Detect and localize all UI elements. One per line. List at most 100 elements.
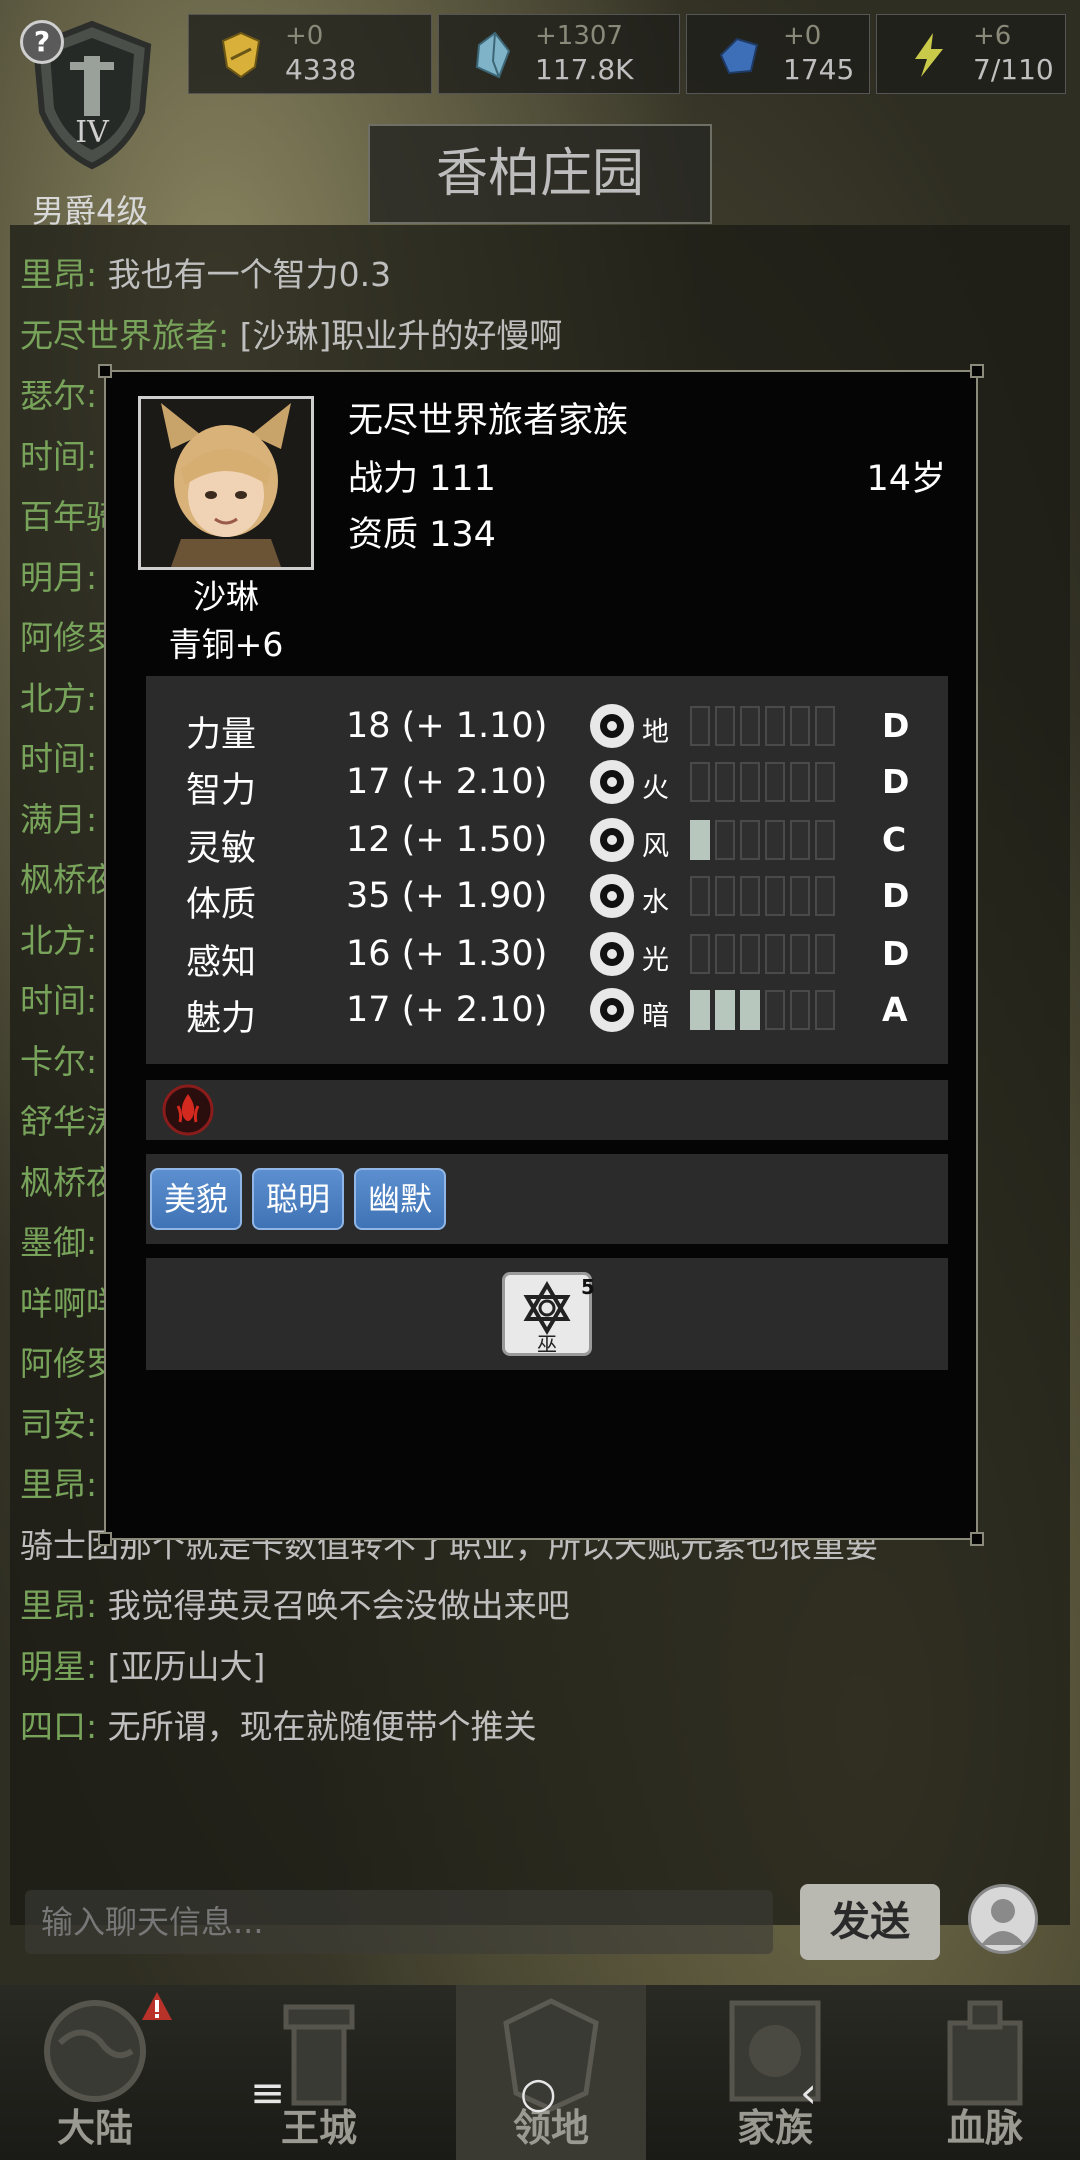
affinity-segment	[690, 876, 710, 916]
globe-icon	[44, 2000, 146, 2102]
light-element-icon[interactable]	[590, 932, 634, 976]
hero-aptitude: 资质 134	[348, 515, 496, 555]
back-system-button[interactable]: ‹	[800, 2068, 817, 2117]
affinity-segment	[815, 820, 835, 860]
chat-message: 明月:	[20, 551, 97, 599]
affinity-segment	[715, 876, 735, 916]
chat-sender[interactable]: 时间	[20, 437, 86, 476]
affinity-segment	[690, 762, 710, 802]
hero-portrait-image	[141, 399, 311, 567]
menu-system-button[interactable]: ≡	[250, 2068, 285, 2117]
chat-text: 无所谓，现在就随便带个推关	[107, 1707, 537, 1746]
profile-avatar-button[interactable]	[968, 1884, 1038, 1954]
affinity-segment	[715, 990, 735, 1030]
fire-element-icon[interactable]	[590, 760, 634, 804]
affinity-segment	[790, 934, 810, 974]
hero-portrait[interactable]	[138, 396, 314, 570]
alert-icon	[142, 1992, 172, 2020]
affinity-segment	[690, 990, 710, 1030]
chat-sender[interactable]: 卡尔	[20, 1042, 86, 1081]
chat-message: 里昂: 我觉得英灵召唤不会没做出来吧	[20, 1579, 570, 1627]
chat-sender[interactable]: 四口	[20, 1707, 86, 1746]
affinity-segment	[815, 876, 835, 916]
resource-crystal[interactable]: +1307 117.8K	[438, 14, 680, 94]
skill-panel: 巫 5	[146, 1258, 948, 1370]
element-rank: D	[882, 876, 910, 915]
element-affinity-bar	[690, 706, 842, 748]
home-system-button[interactable]: ○	[520, 2068, 557, 2117]
stat-row: 体质 35 (+ 1.90) 水 D	[146, 874, 948, 934]
chat-sender[interactable]: 无尽世界旅者	[20, 316, 218, 355]
earth-element-icon[interactable]	[590, 704, 634, 748]
affinity-segment	[740, 706, 760, 746]
trait-tag[interactable]: 幽默	[354, 1168, 447, 1230]
resource-gold[interactable]: +0 4338	[188, 14, 432, 94]
blood-flame-icon[interactable]	[162, 1084, 214, 1136]
affinity-segment	[740, 820, 760, 860]
chat-sender[interactable]: 瑟尔	[20, 376, 86, 415]
chat-input[interactable]: 输入聊天信息...	[25, 1890, 773, 1954]
lightning-icon	[915, 33, 943, 77]
chat-sender[interactable]: 司安	[20, 1405, 86, 1444]
stat-value: 18 (+ 1.10)	[346, 706, 548, 746]
nav-item-bloodline[interactable]: 血脉	[890, 1985, 1080, 2160]
help-button[interactable]: ?	[20, 20, 64, 64]
affinity-segment	[715, 762, 735, 802]
affinity-segment	[740, 876, 760, 916]
rank-badge[interactable]: IV ?	[20, 20, 155, 170]
chat-separator: :	[86, 558, 98, 597]
chat-sender[interactable]: 墨御	[20, 1223, 86, 1262]
resource-energy[interactable]: +6 7/110	[876, 14, 1066, 94]
shield-token-icon	[221, 31, 261, 79]
stat-name: 灵敏	[186, 829, 257, 869]
chat-sender[interactable]: 里昂	[20, 1586, 86, 1625]
resource-amount: 1745	[783, 53, 855, 86]
water-element-icon[interactable]	[590, 874, 634, 918]
element-rank: C	[882, 820, 907, 859]
crystal-icon	[475, 31, 511, 79]
chat-message: 明星: [亚历山大]	[20, 1640, 265, 1688]
resource-gain: +1307	[535, 21, 623, 51]
stat-row: 智力 17 (+ 2.10) 火 D	[146, 760, 948, 820]
stat-value: 16 (+ 1.30)	[346, 934, 548, 974]
bloodline-icon	[947, 2000, 1023, 2106]
user-avatar-icon	[981, 1899, 1025, 1945]
chat-sender[interactable]: 里昂	[20, 255, 86, 294]
chat-sender[interactable]: 北方	[20, 921, 86, 960]
stat-name: 魅力	[186, 999, 257, 1039]
stats-panel: 力量 18 (+ 1.10) 地 D 智力 17 (+ 2.10) 火 D 灵敏 12 (+ 1.…	[146, 676, 948, 1064]
chat-sender[interactable]: 北方	[20, 679, 86, 718]
skill-level: 5	[581, 1275, 595, 1299]
trait-tag[interactable]: 聪明	[252, 1168, 345, 1230]
chat-sender[interactable]: 里昂	[20, 1465, 86, 1504]
element-affinity-bar	[690, 934, 842, 976]
nav-item-family[interactable]: 家族	[680, 1985, 870, 2160]
hero-age: 14岁	[866, 459, 946, 499]
hero-detail-modal: 沙琳 青铜+6 无尽世界旅者家族 战力 111 资质 134 14岁 力量 18 …	[98, 364, 984, 1546]
chat-sender[interactable]: 明月	[20, 558, 86, 597]
element-affinity-bar	[690, 990, 842, 1032]
skill-slot[interactable]: 巫 5	[502, 1272, 595, 1356]
stat-value: 17 (+ 2.10)	[346, 762, 548, 802]
resource-gem[interactable]: +0 1745	[686, 14, 870, 94]
chat-separator: :	[86, 1707, 108, 1746]
affinity-segment	[765, 934, 785, 974]
wind-element-icon[interactable]	[590, 818, 634, 862]
stat-row: 魅力 17 (+ 2.10) 暗 A	[146, 988, 948, 1048]
trait-tag[interactable]: 美貌	[150, 1168, 243, 1230]
stat-name: 力量	[186, 715, 257, 755]
send-button[interactable]: 发送	[800, 1884, 940, 1960]
affinity-segment	[815, 934, 835, 974]
element-name: 暗	[642, 1001, 669, 1032]
element-affinity-bar	[690, 820, 842, 862]
affinity-segment	[815, 990, 835, 1030]
chat-sender[interactable]: 满月	[20, 800, 86, 839]
chat-sender[interactable]: 明星	[20, 1647, 86, 1686]
element-rank: D	[882, 934, 910, 973]
modal-corner	[98, 364, 112, 378]
dark-element-icon[interactable]	[590, 988, 634, 1032]
stat-name: 智力	[186, 771, 257, 811]
chat-sender[interactable]: 时间	[20, 981, 86, 1020]
element-name: 火	[642, 773, 669, 804]
chat-sender[interactable]: 时间	[20, 739, 86, 778]
